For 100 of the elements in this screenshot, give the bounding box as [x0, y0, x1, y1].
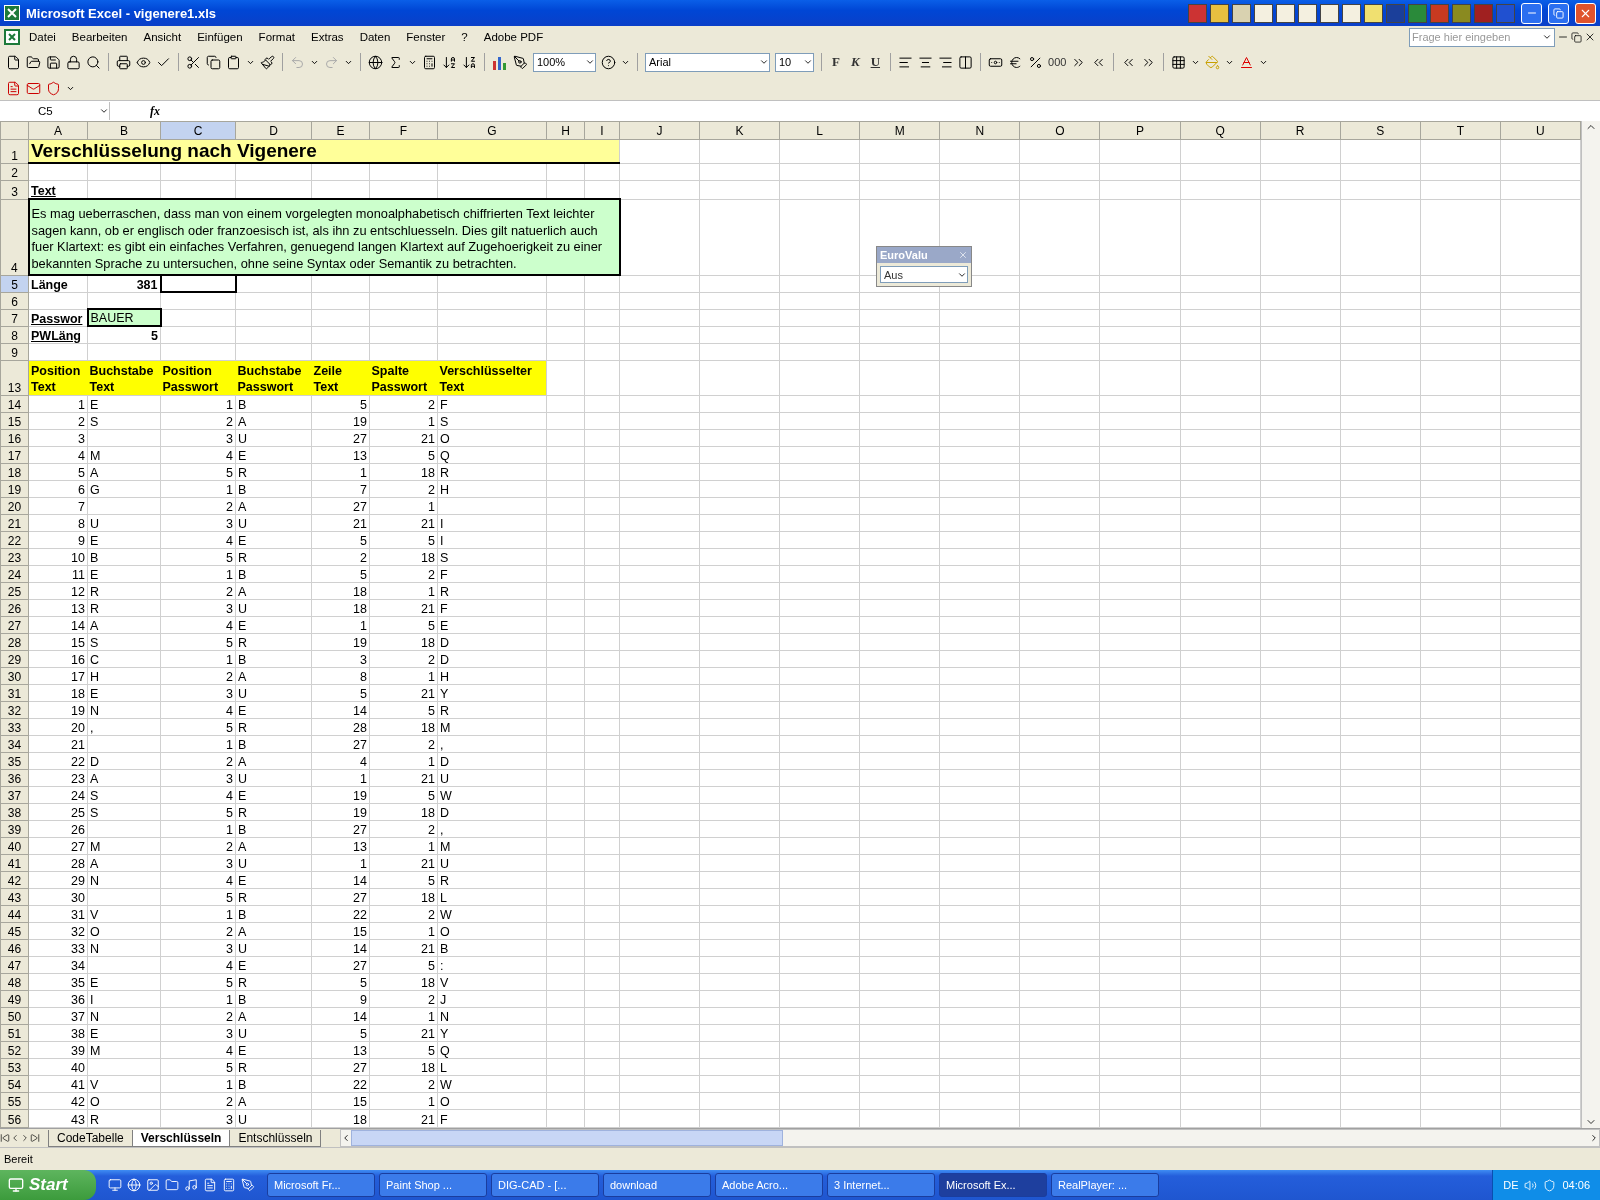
menu-item[interactable]: Adobe PDF — [476, 29, 551, 45]
column-header[interactable]: D — [235, 121, 312, 140]
caret-icon[interactable] — [803, 57, 813, 67]
caret-icon[interactable] — [99, 106, 109, 116]
sort-ascending-icon[interactable] — [442, 54, 457, 70]
taskbar-button[interactable]: Adobe Acro... — [715, 1173, 823, 1197]
bar-chart-icon[interactable] — [492, 54, 508, 70]
sheet-tab[interactable]: Verschlüsseln — [131, 1129, 231, 1147]
column-header[interactable]: P — [1099, 121, 1181, 140]
sheet-tab[interactable]: CodeTabelle — [48, 1129, 133, 1147]
next-sheet-icon[interactable] — [20, 1133, 30, 1143]
column-header[interactable]: L — [779, 121, 860, 140]
app-icon[interactable] — [1342, 3, 1361, 23]
search-icon[interactable] — [86, 54, 101, 70]
lock-icon[interactable] — [66, 54, 81, 70]
menu-item[interactable]: Datei — [22, 29, 63, 45]
copy-icon[interactable] — [206, 54, 221, 70]
fill-color-icon[interactable] — [1205, 54, 1221, 70]
password-cell[interactable]: BAUER — [87, 309, 161, 327]
browser-icon[interactable] — [127, 1178, 141, 1192]
taskbar-button[interactable]: 3 Internet... — [827, 1173, 935, 1197]
thousands-button[interactable]: 000 — [1048, 56, 1067, 68]
restore-icon[interactable] — [1571, 31, 1582, 43]
taskbar-button[interactable]: RealPlayer: ... — [1051, 1173, 1159, 1197]
sheet-tab[interactable]: Entschlüsseln — [229, 1129, 322, 1147]
merge-cells-icon[interactable] — [958, 54, 973, 70]
column-header[interactable]: Q — [1180, 121, 1261, 140]
calculator-icon[interactable] — [422, 54, 437, 70]
last-sheet-icon[interactable] — [30, 1133, 40, 1143]
font-size-select[interactable]: 10 — [775, 52, 814, 72]
previous-sheet-icon[interactable] — [10, 1133, 20, 1143]
scroll-right-icon[interactable] — [1589, 1133, 1599, 1143]
caret-icon[interactable] — [1542, 32, 1552, 42]
printer-icon[interactable] — [116, 54, 131, 70]
help-icon[interactable] — [601, 54, 616, 70]
folder-icon[interactable] — [26, 54, 41, 70]
image-icon[interactable] — [146, 1178, 160, 1192]
caret-icon[interactable] — [585, 57, 595, 67]
clipboard-icon[interactable] — [226, 54, 241, 70]
taskbar-button[interactable]: Microsoft Ex... — [939, 1173, 1047, 1197]
globe-icon[interactable] — [368, 54, 383, 70]
text-style-button[interactable]: U — [867, 54, 883, 70]
currency-select[interactable]: Aus — [880, 266, 968, 283]
pdf-icon[interactable] — [6, 80, 21, 96]
column-header[interactable]: S — [1340, 121, 1421, 140]
restore-button[interactable] — [1548, 2, 1569, 24]
menu-item[interactable]: ? — [454, 29, 475, 45]
column-header[interactable]: C — [160, 121, 236, 140]
euro-icon[interactable] — [1008, 54, 1023, 70]
menu-item[interactable]: Format — [251, 29, 303, 45]
save-icon[interactable] — [46, 54, 61, 70]
column-header[interactable]: A — [28, 121, 88, 140]
align-right-icon[interactable] — [938, 54, 953, 70]
row-header[interactable]: 4 — [0, 199, 29, 276]
column-header[interactable]: M — [859, 121, 940, 140]
column-header[interactable]: F — [369, 121, 438, 140]
sigma-icon[interactable] — [388, 54, 403, 70]
scissors-icon[interactable] — [186, 54, 201, 70]
active-cell[interactable] — [160, 275, 236, 293]
taskbar-button[interactable]: Microsoft Fr... — [267, 1173, 375, 1197]
column-header[interactable]: N — [939, 121, 1020, 140]
close-icon[interactable] — [1584, 31, 1596, 43]
minimize-button[interactable] — [1521, 2, 1542, 24]
align-left-icon[interactable] — [898, 54, 913, 70]
app-icon[interactable] — [1254, 3, 1273, 23]
column-header[interactable]: H — [546, 121, 585, 140]
menu-item[interactable]: Daten — [352, 29, 398, 45]
new-file-icon[interactable] — [6, 54, 21, 70]
column-header[interactable]: G — [437, 121, 547, 140]
font-color-icon[interactable] — [1239, 54, 1255, 70]
taskbar-button[interactable]: Paint Shop ... — [379, 1173, 487, 1197]
app-icon[interactable] — [1276, 3, 1295, 23]
percent-icon[interactable] — [1028, 54, 1043, 70]
column-header[interactable]: O — [1019, 121, 1100, 140]
document-icon[interactable] — [203, 1178, 217, 1192]
preview-icon[interactable] — [136, 54, 151, 70]
column-header[interactable]: B — [87, 121, 161, 140]
column-header[interactable]: T — [1420, 121, 1501, 140]
column-header[interactable]: J — [619, 121, 700, 140]
column-header[interactable]: K — [699, 121, 780, 140]
caret-icon[interactable] — [759, 57, 769, 67]
taskbar-button[interactable]: DIG-CAD - [... — [491, 1173, 599, 1197]
row-header[interactable]: 13 — [0, 360, 29, 396]
menu-item[interactable]: Bearbeiten — [64, 29, 135, 45]
pdf-mail-icon[interactable] — [26, 80, 41, 96]
align-center-icon[interactable] — [918, 54, 933, 70]
app-icon[interactable] — [1320, 3, 1339, 23]
menu-item[interactable]: Fenster — [399, 29, 453, 45]
text-style-button[interactable]: K — [847, 54, 863, 70]
horizontal-scrollbar[interactable] — [340, 1129, 1600, 1147]
language-indicator[interactable]: DE — [1503, 1179, 1519, 1191]
zoom-select[interactable]: 100% — [533, 52, 596, 72]
taskbar-button[interactable]: download — [603, 1173, 711, 1197]
borders-icon[interactable] — [1171, 54, 1187, 70]
column-header[interactable]: U — [1500, 121, 1581, 140]
function-button[interactable]: fx — [150, 103, 160, 119]
app-icon[interactable] — [1364, 3, 1383, 23]
restore-icon[interactable] — [1553, 7, 1564, 19]
workbook-icon[interactable] — [4, 29, 20, 45]
column-header[interactable]: R — [1260, 121, 1341, 140]
